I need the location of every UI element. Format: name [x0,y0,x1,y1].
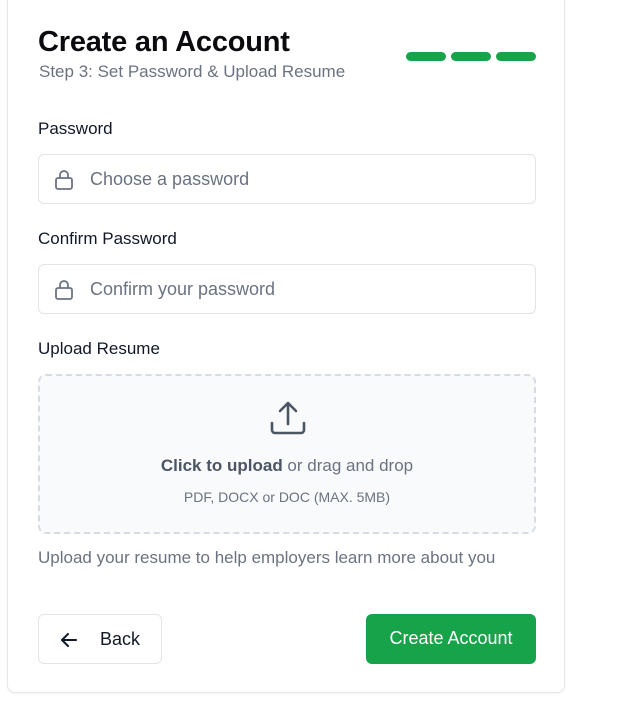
lock-icon [55,170,73,190]
resume-helper-text: Upload your resume to help employers lea… [38,548,496,567]
confirm-password-placeholder: Confirm your password [90,279,276,299]
resume-dropzone[interactable]: Click to upload or drag and drop PDF, DO… [38,374,536,534]
step-indicator-2 [451,52,491,61]
form-header: Create an Account Step 3: Set Password &… [38,26,536,86]
upload-resume-label: Upload Resume [38,339,160,358]
confirm-password-field[interactable]: Confirm your password [38,264,536,314]
create-account-label: Create Account [389,628,513,648]
page-title: Create an Account [38,26,290,58]
step-progress [406,52,536,61]
back-button[interactable]: Back [38,614,162,664]
confirm-password-label: Confirm Password [38,229,177,248]
drag-drop-text: or drag and drop [282,456,414,475]
lock-icon [55,280,73,300]
click-to-upload-text[interactable]: Click to upload [161,456,283,475]
upload-formats: PDF, DOCX or DOC (MAX. 5MB) [183,489,391,505]
arrow-left-icon [61,633,77,647]
step-subtitle: Step 3: Set Password & Upload Resume [39,62,346,81]
create-account-button[interactable]: Create Account [366,614,536,664]
step-indicator-3 [496,52,536,61]
password-label: Password [38,119,113,138]
password-placeholder: Choose a password [90,169,250,189]
upload-instruction: Click to upload or drag and drop [40,456,534,476]
password-field[interactable]: Choose a password [38,154,536,204]
back-button-label: Back [100,629,141,649]
step-indicator-1 [406,52,446,61]
upload-icon [270,401,306,435]
